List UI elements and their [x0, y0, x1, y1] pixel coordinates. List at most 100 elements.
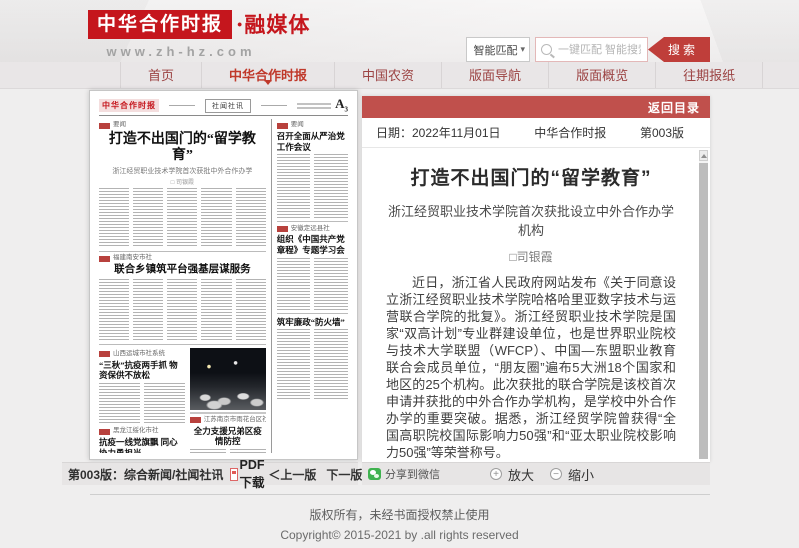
mini-side-headline-1[interactable]: 召开全面从严治党工作会议	[277, 131, 348, 152]
article-paragraph: 近日，浙江省人民政府网站发布《关于同意设立浙江经贸职业技术学院哈格哈里亚数字技术…	[386, 274, 676, 461]
site-logo[interactable]: 中华合作时报 ·融媒体	[88, 9, 310, 39]
copyright-notice-cn: 版权所有，未经书面授权禁止使用	[0, 506, 799, 523]
mini-headline-5[interactable]: 抗疫一线党旗飘 同心协力勇担当	[99, 437, 185, 453]
article-reader-panel: 返回目录 日期：2022年11月01日 中华合作时报 第003版 打造不出国门的…	[362, 96, 710, 462]
search-box	[535, 37, 648, 62]
rule	[99, 344, 266, 345]
nav-item-page-overview[interactable]: 版面概览	[549, 62, 656, 88]
mini-lower-left: 山西运城市社系统 “三秋”抗疫两手抓 物资保供不放松 黑龙江绥化市社 抗疫一线党…	[99, 348, 185, 453]
mini-masthead-meta: A3	[297, 97, 348, 114]
masthead-rule	[261, 105, 287, 106]
red-label-icon	[99, 256, 110, 262]
simulated-text	[99, 383, 185, 425]
chevron-down-icon: ▾	[520, 44, 525, 55]
mini-article-tag: 要闻	[99, 122, 266, 129]
simulated-text	[277, 258, 348, 310]
photo-caption-line	[190, 412, 266, 414]
search-button[interactable]: 搜索	[648, 37, 710, 62]
pdf-icon	[230, 468, 237, 481]
mini-article-tag: 要闻	[277, 122, 348, 129]
zoom-controls: + 放大 − 缩小	[490, 465, 604, 484]
zoom-in-icon[interactable]: +	[490, 468, 502, 480]
article-subtitle: 浙江经贸职业技术学院首次获批设立中外合作办学机构	[386, 201, 676, 239]
mini-lower-right: 江苏南京市雨花台区社 全力支援兄弟区疫情防控	[190, 348, 266, 453]
copyright-notice-en: Copyright© 2015-2021 by .all rights rese…	[0, 528, 799, 542]
mini-headline-main[interactable]: 打造不出国门的“留学教育”	[99, 132, 266, 164]
site-url: www.zh-hz.com	[96, 44, 266, 59]
footer: 版权所有，未经书面授权禁止使用 Copyright© 2015-2021 by …	[0, 506, 799, 542]
mini-page-body: 要闻 打造不出国门的“留学教育” 浙江经贸职业技术学院首次获批中外合作办学 □ …	[99, 119, 348, 453]
mini-side-headline-2[interactable]: 组织《中国共产党章程》专题学习会	[277, 234, 348, 255]
red-label-icon	[277, 226, 288, 232]
nav-item-zhongguo-nongzi[interactable]: 中国农资	[335, 62, 442, 88]
scrollbar-up-icon[interactable]	[699, 150, 708, 161]
red-label-icon	[99, 429, 110, 435]
mini-subhead: 浙江经贸职业技术学院首次获批中外合作办学	[99, 166, 266, 176]
article-author: □司银霞	[386, 248, 676, 265]
nav-item-page-nav[interactable]: 版面导航	[442, 62, 549, 88]
mini-headline-3[interactable]: “三秋”抗疫两手抓 物资保供不放松	[99, 360, 185, 381]
article-title: 打造不出国门的“留学教育”	[386, 163, 676, 190]
mini-lower-split: 山西运城市社系统 “三秋”抗疫两手抓 物资保供不放松 黑龙江绥化市社 抗疫一线党…	[99, 348, 266, 453]
zoom-in-button[interactable]: 放大	[508, 465, 534, 484]
mini-section-label: 社闻社讯	[205, 99, 251, 113]
simulated-text	[277, 329, 348, 399]
article-scrollbar[interactable]	[699, 150, 708, 459]
red-label-icon	[99, 351, 110, 357]
mini-author: □ 司银霞	[99, 177, 266, 186]
paper-name: 中华合作时报	[501, 124, 640, 141]
mini-article-tag: 江苏南京市雨花台区社	[190, 417, 266, 424]
red-label-icon	[99, 123, 110, 129]
search-icon	[541, 44, 552, 55]
mini-headline-2[interactable]: 联合乡镇筑平台强基层谋服务	[99, 264, 266, 277]
page: 中华合作时报 ·融媒体 www.zh-hz.com 智能匹配 ▾ 搜索 首页 中…	[0, 0, 799, 548]
mini-side-column: 要闻 召开全面从严治党工作会议 安徽定远县社 组织《中国共产党章程》专题学习会 …	[271, 119, 348, 453]
footer-divider	[90, 494, 710, 495]
right-toolbar: 分享到微信 + 放大 − 缩小	[362, 462, 710, 485]
reader-topbar: 返回目录	[362, 96, 710, 118]
main-nav: 首页 中华合作时报 中国农资 版面导航 版面概览 往期报纸	[0, 62, 799, 89]
scrollbar-thumb[interactable]	[699, 163, 708, 459]
simulated-text	[190, 449, 266, 453]
left-toolbar: 第003版：综合新闻/社闻社讯 PDF下载 ＜上一版 下一版 ＞	[62, 462, 358, 485]
active-caret-icon	[264, 80, 272, 89]
red-label-icon	[277, 123, 288, 129]
search-mode-select[interactable]: 智能匹配 ▾	[466, 37, 530, 62]
logo-text: 中华合作时报	[88, 10, 232, 39]
mini-page-marker: A3	[335, 97, 348, 114]
red-label-icon	[190, 417, 201, 423]
search-input[interactable]	[556, 43, 643, 57]
nav-item-past-issues[interactable]: 往期报纸	[656, 62, 763, 88]
rule	[99, 251, 266, 252]
back-to-contents-button[interactable]: 返回目录	[638, 99, 710, 116]
nav-item-zhonghua-hezuo-shibao[interactable]: 中华合作时报	[202, 62, 335, 88]
mini-date-lines	[297, 103, 331, 109]
mini-masthead-title: 中华合作时报	[99, 99, 159, 112]
page-number: 第003版	[640, 124, 684, 141]
rule	[277, 221, 348, 222]
simulated-text	[277, 154, 348, 218]
search-bar: 智能匹配 ▾ 搜索	[466, 37, 710, 62]
newspaper-page-thumbnail[interactable]: 中华合作时报 社闻社讯 A3 要闻 打造不出国门的“留学教育” 浙江经贸职业技术…	[89, 90, 358, 460]
search-mode-value: 智能匹配	[473, 42, 517, 58]
page-section-info: 第003版：综合新闻/社闻社讯	[68, 466, 223, 483]
mini-main-column: 要闻 打造不出国门的“留学教育” 浙江经贸职业技术学院首次获批中外合作办学 □ …	[99, 119, 271, 453]
masthead-rule	[169, 105, 195, 106]
rule	[277, 313, 348, 314]
mini-masthead: 中华合作时报 社闻社讯 A3	[99, 98, 348, 116]
zoom-out-icon[interactable]: −	[550, 468, 562, 480]
wechat-icon	[368, 468, 381, 480]
mini-headline-4[interactable]: 全力支援兄弟区疫情防控	[190, 426, 266, 447]
logo-suffix: ·融媒体	[236, 9, 310, 39]
share-wechat-button[interactable]: 分享到微信	[368, 466, 440, 482]
pdf-download-button[interactable]: PDF下载	[230, 458, 268, 491]
zoom-out-button[interactable]: 缩小	[568, 465, 594, 484]
nav-item-home[interactable]: 首页	[120, 62, 202, 88]
simulated-text	[99, 279, 266, 341]
mini-side-headline-3[interactable]: 筑牢廉政“防火墙”	[277, 317, 348, 328]
issue-date: 日期：2022年11月01日	[376, 124, 501, 141]
article-content: 打造不出国门的“留学教育” 浙江经贸职业技术学院首次获批设立中外合作办学机构 □…	[362, 148, 696, 462]
prev-page-button[interactable]: ＜上一版	[268, 466, 316, 483]
simulated-text	[99, 188, 266, 248]
site-header: 中华合作时报 ·融媒体 www.zh-hz.com 智能匹配 ▾ 搜索	[0, 0, 799, 62]
